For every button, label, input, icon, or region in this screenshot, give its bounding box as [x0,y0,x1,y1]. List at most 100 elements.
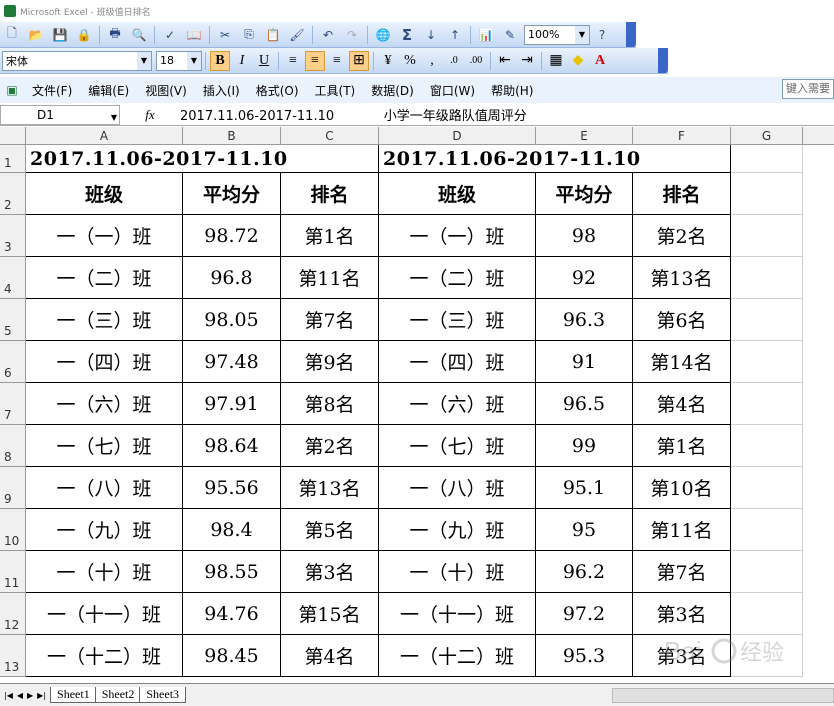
print-preview-icon[interactable]: 🔍 [129,25,149,45]
decrease-decimal-icon[interactable]: .00 [466,51,486,71]
table-cell[interactable]: 第2名 [281,425,379,467]
help-search-input[interactable]: 键入需要 [782,79,834,99]
autosum-icon[interactable]: Σ [397,25,417,45]
align-right-icon[interactable]: ≡ [327,51,347,71]
table-cell[interactable]: 一（四）班 [379,341,536,383]
sheet-title-right[interactable]: 2017.11.06-2017-11.10 [379,145,731,173]
empty-cell[interactable] [731,467,803,509]
table-cell[interactable]: 一（八）班 [379,467,536,509]
menu-tools[interactable]: 工具(T) [307,82,364,99]
table-cell[interactable]: 第8名 [281,383,379,425]
redo-icon[interactable]: ↷ [342,25,362,45]
column-header[interactable]: D [379,127,536,145]
table-cell[interactable]: 95.1 [536,467,633,509]
table-cell[interactable]: 一（十二）班 [379,635,536,677]
menu-data[interactable]: 数据(D) [363,82,422,99]
tab-sheet1[interactable]: Sheet1 [50,687,97,703]
table-cell[interactable]: 96.2 [536,551,633,593]
horizontal-scrollbar[interactable] [612,688,834,703]
save-icon[interactable]: 💾 [50,25,70,45]
undo-icon[interactable]: ↶ [318,25,338,45]
table-cell[interactable]: 一（二）班 [26,257,183,299]
fill-color-icon[interactable]: ◆ [568,51,588,71]
table-cell[interactable]: 94.76 [183,593,281,635]
chevron-down-icon[interactable]: ▼ [137,51,151,70]
table-cell[interactable]: 一（四）班 [26,341,183,383]
sort-ascending-icon[interactable]: ↓ [421,25,441,45]
column-header[interactable]: E [536,127,633,145]
table-cell[interactable]: 97.91 [183,383,281,425]
first-sheet-icon[interactable]: |◀ [4,691,13,700]
row-header[interactable]: 4 [0,257,26,299]
row-header[interactable]: 3 [0,215,26,257]
menu-file[interactable]: 文件(F) [24,82,80,99]
table-cell[interactable]: 92 [536,257,633,299]
empty-cell[interactable] [731,341,803,383]
table-header-cell[interactable]: 平均分 [183,173,281,215]
row-header[interactable]: 2 [0,173,26,215]
table-cell[interactable]: 一（一）班 [26,215,183,257]
empty-cell[interactable] [731,425,803,467]
print-icon[interactable]: 🖶 [105,25,125,45]
function-icon[interactable]: fx [120,107,180,123]
menu-help[interactable]: 帮助(H) [483,82,541,99]
row-header[interactable]: 1 [0,145,26,173]
table-cell[interactable]: 98.05 [183,299,281,341]
table-cell[interactable]: 96.8 [183,257,281,299]
borders-icon[interactable]: ▦ [546,51,566,71]
empty-cell[interactable] [731,257,803,299]
row-header[interactable]: 6 [0,341,26,383]
table-cell[interactable]: 96.5 [536,383,633,425]
menu-view[interactable]: 视图(V) [137,82,195,99]
zoom-select[interactable]: 100% ▼ [524,24,590,45]
table-cell[interactable]: 第5名 [281,509,379,551]
table-cell[interactable]: 96.3 [536,299,633,341]
select-all-corner[interactable] [0,127,26,145]
drawing-icon[interactable]: ✎ [500,25,520,45]
table-cell[interactable]: 一（十一）班 [26,593,183,635]
table-header-cell[interactable]: 排名 [281,173,379,215]
empty-cell[interactable] [731,299,803,341]
row-header[interactable]: 7 [0,383,26,425]
table-cell[interactable]: 第4名 [281,635,379,677]
table-cell[interactable]: 一（七）班 [26,425,183,467]
font-name-select[interactable]: 宋体 ▼ [2,50,152,71]
comma-style-icon[interactable]: , [422,51,442,71]
table-cell[interactable]: 一（八）班 [26,467,183,509]
increase-indent-icon[interactable]: ⇥ [517,51,537,71]
next-sheet-icon[interactable]: ▶ [27,691,33,700]
table-cell[interactable]: 98.64 [183,425,281,467]
table-header-cell[interactable]: 班级 [379,173,536,215]
align-center-icon[interactable]: ≡ [305,50,325,71]
hyperlink-icon[interactable]: 🌐 [373,25,393,45]
row-header[interactable]: 11 [0,551,26,593]
menu-insert[interactable]: 插入(I) [195,82,248,99]
table-cell[interactable]: 一（十一）班 [379,593,536,635]
table-header-cell[interactable]: 班级 [26,173,183,215]
help-icon[interactable]: ? [592,25,612,45]
table-cell[interactable]: 第15名 [281,593,379,635]
new-icon[interactable]: 🗋 [2,25,22,45]
table-cell[interactable]: 第7名 [633,551,731,593]
table-cell[interactable]: 第4名 [633,383,731,425]
empty-cell[interactable] [731,551,803,593]
research-icon[interactable]: 📖 [184,25,204,45]
table-cell[interactable]: 第7名 [281,299,379,341]
sheet-title-left[interactable]: 2017.11.06-2017-11.10 [26,145,379,173]
column-header[interactable]: F [633,127,731,145]
table-cell[interactable]: 一（九）班 [26,509,183,551]
table-cell[interactable]: 97.48 [183,341,281,383]
table-cell[interactable]: 95.56 [183,467,281,509]
permission-icon[interactable]: 🔒 [74,25,94,45]
sort-descending-icon[interactable]: ↑ [445,25,465,45]
table-cell[interactable]: 第9名 [281,341,379,383]
table-cell[interactable]: 一（十）班 [26,551,183,593]
font-color-icon[interactable]: A [590,51,610,71]
table-cell[interactable]: 第1名 [633,425,731,467]
paste-icon[interactable]: 📋 [263,25,283,45]
copy-icon[interactable]: ⎘ [239,25,259,45]
table-cell[interactable]: 第6名 [633,299,731,341]
menu-format[interactable]: 格式(O) [248,82,307,99]
name-box[interactable]: D1 ▼ [0,104,120,125]
currency-icon[interactable]: ¥ [378,51,398,71]
